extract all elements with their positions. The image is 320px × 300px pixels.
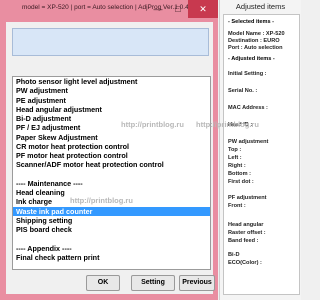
pf-adjustment: PF adjustment: [228, 195, 267, 201]
list-item[interactable]: [13, 170, 210, 179]
previous-button[interactable]: Previous: [179, 275, 215, 291]
list-item[interactable]: Head cleaning: [13, 188, 210, 197]
eco-color: ECO(Color) :: [228, 260, 262, 266]
pw-bottom: Bottom :: [228, 171, 251, 177]
minimize-button[interactable]: —: [148, 0, 168, 18]
model-name: Model Name : XP-520: [228, 31, 285, 37]
list-item[interactable]: ---- Maintenance ----: [13, 179, 210, 188]
adjusted-items-panel: Adjusted items - Selected items - Model …: [219, 0, 301, 300]
list-item[interactable]: Head angular adjustment: [13, 105, 210, 114]
setting-button[interactable]: Setting: [131, 275, 175, 291]
head-angular: Head angular: [228, 222, 264, 228]
pw-top: Top :: [228, 147, 242, 153]
mac-address: MAC Address :: [228, 105, 268, 111]
adjusted-items-box: - Selected items - Model Name : XP-520 D…: [223, 14, 300, 295]
pf-front: Front :: [228, 203, 246, 209]
band-feed: Band feed :: [228, 238, 259, 244]
maximize-button[interactable]: □: [168, 0, 188, 18]
list-item[interactable]: Final check pattern print: [13, 253, 210, 262]
adjusted-items-title: Adjusted items: [235, 2, 286, 11]
list-item[interactable]: Paper Skew Adjustment: [13, 133, 210, 142]
list-item[interactable]: PE adjustment: [13, 96, 210, 105]
ok-button[interactable]: OK: [86, 275, 120, 291]
pw-adjustment: PW adjustment: [228, 139, 269, 145]
list-item[interactable]: CR motor heat protection control: [13, 142, 210, 151]
list-item[interactable]: Ink charge: [13, 197, 210, 206]
list-item[interactable]: Shipping setting: [13, 216, 210, 225]
pw-left: Left :: [228, 155, 242, 161]
list-item[interactable]: PW adjustment: [13, 86, 210, 95]
adjustment-program-window: model = XP-520 | port = Auto selection |…: [0, 0, 218, 300]
adjusted-items-header: - Adjusted items -: [228, 56, 275, 62]
port: Port : Auto selection: [228, 45, 283, 51]
list-item[interactable]: Photo sensor light level adjustment: [13, 77, 210, 86]
title-bar[interactable]: model = XP-520 | port = Auto selection |…: [0, 0, 218, 22]
list-item[interactable]: Waste ink pad counter: [13, 206, 210, 216]
info-banner: [12, 28, 209, 56]
serial-number: Serial No. :: [228, 88, 258, 94]
destination: Destination : EURO: [228, 38, 280, 44]
pw-first-dot: First dot :: [228, 179, 254, 185]
bid-adjustment: Bi-D: [228, 252, 240, 258]
list-item[interactable]: PF motor heat protection control: [13, 151, 210, 160]
raster-offset: Raster offset :: [228, 230, 266, 236]
window-client-area: Photo sensor light level adjustment PW ad…: [6, 22, 215, 294]
list-item[interactable]: ---- Appendix ----: [13, 244, 210, 253]
adjustment-items-list[interactable]: Photo sensor light level adjustment PW ad…: [12, 76, 211, 270]
list-item[interactable]: PIS board check: [13, 225, 210, 234]
list-item[interactable]: [13, 234, 210, 243]
close-button[interactable]: ✕: [188, 0, 218, 18]
initial-setting: Initial Setting :: [228, 71, 267, 77]
list-item[interactable]: Bi-D adjustment: [13, 114, 210, 123]
head-id: Head ID :: [228, 122, 253, 128]
list-item[interactable]: PF / EJ adjustment: [13, 123, 210, 132]
selected-items-header: - Selected items -: [228, 19, 275, 25]
list-item[interactable]: Scanner/ADF motor heat protection contro…: [13, 160, 210, 169]
pw-right: Right :: [228, 163, 246, 169]
